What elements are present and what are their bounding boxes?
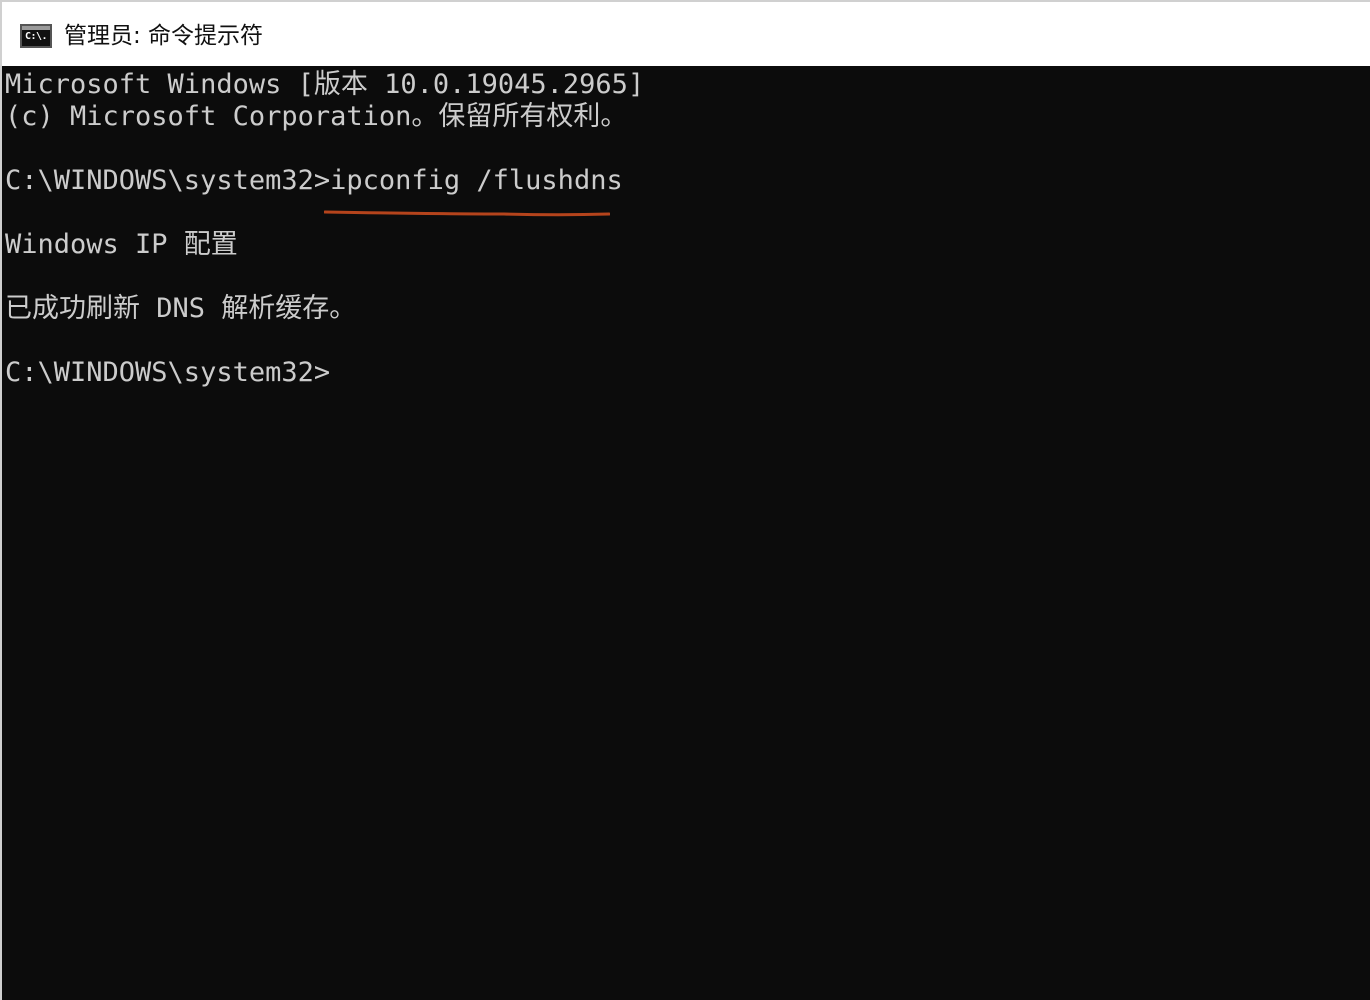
console-line-prompt[interactable]: C:\WINDOWS\system32> [5, 356, 330, 390]
console-icon-bar [22, 26, 50, 30]
console-line-version: Microsoft Windows [版本 10.0.19045.2965] [5, 69, 645, 100]
command-underline-annotation [324, 210, 610, 217]
console-icon[interactable]: C:\. [20, 24, 52, 48]
console-output-area[interactable]: Microsoft Windows [版本 10.0.19045.2965] (… [2, 66, 1370, 1000]
console-line-copyright: (c) Microsoft Corporation。保留所有权利。 [5, 101, 628, 132]
console-line-command: C:\WINDOWS\system32>ipconfig /flushdns [5, 165, 623, 196]
console-line-ip-config-header: Windows IP 配置 [5, 229, 238, 260]
window-title: 管理员: 命令提示符 [64, 23, 264, 49]
command-prompt-window: C:\. 管理员: 命令提示符 Microsoft Windows [版本 10… [0, 0, 1370, 1000]
title-bar[interactable]: C:\. 管理员: 命令提示符 [2, 2, 1370, 66]
console-icon-label: C:\. [25, 31, 48, 42]
console-line-flush-result: 已成功刷新 DNS 解析缓存。 [5, 293, 357, 324]
